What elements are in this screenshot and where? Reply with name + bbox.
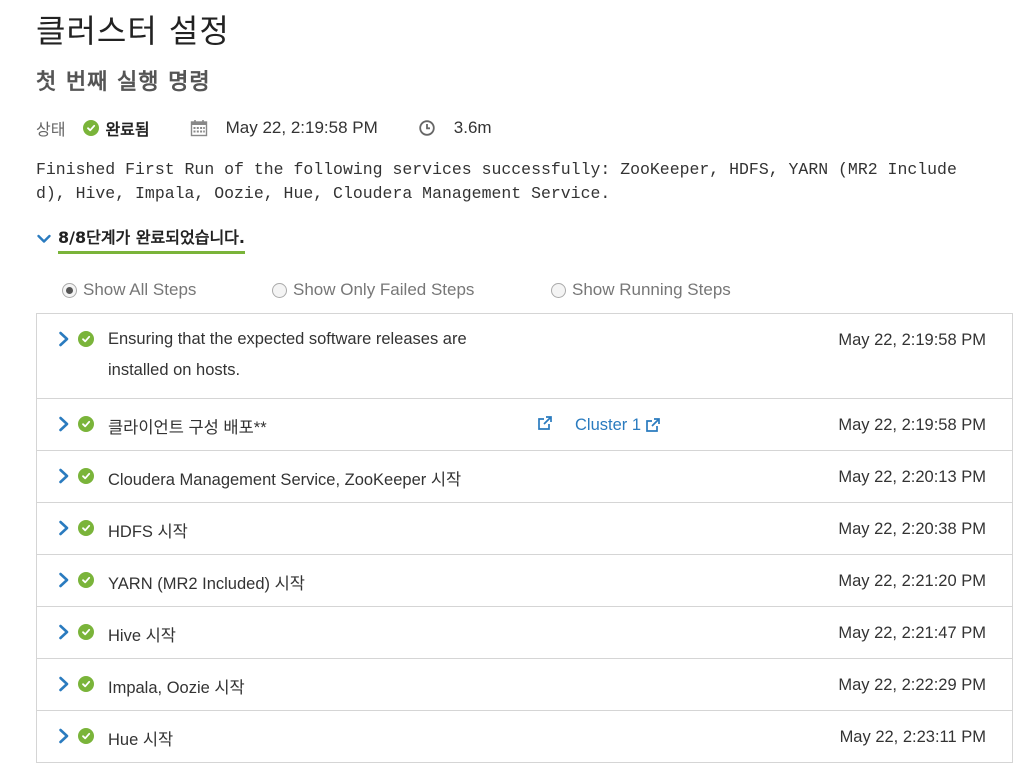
steps-toggle-label[interactable]: 8/8단계가 완료되었습니다.	[58, 224, 245, 254]
table-row: HDFS 시작 May 22, 2:20:38 PM	[37, 502, 1012, 554]
step-time: May 22, 2:20:13 PM	[838, 468, 986, 486]
check-circle-icon	[78, 331, 94, 347]
chevron-right-icon[interactable]	[57, 623, 71, 641]
status-badge: 완료됨	[83, 116, 150, 140]
status-duration: 3.6m	[453, 118, 492, 137]
step-filters: Show All Steps Show Only Failed Steps Sh…	[62, 280, 731, 300]
steps-toggle[interactable]: 8/8단계가 완료되었습니다.	[36, 224, 245, 254]
step-time: May 22, 2:22:29 PM	[838, 676, 986, 694]
chevron-down-icon[interactable]	[36, 231, 52, 247]
table-row: 클라이언트 구성 배포** Cluster 1 May 22, 2:19:58 …	[37, 398, 1012, 450]
table-row: YARN (MR2 Included) 시작 May 22, 2:21:20 P…	[37, 554, 1012, 606]
step-name: Hue 시작	[108, 731, 174, 749]
check-circle-icon	[78, 416, 94, 432]
check-circle-icon	[78, 624, 94, 640]
status-line: 상태 완료됨 May 22, 2:19:58 PM 3.6m	[36, 116, 492, 140]
page-title: 클러스터 설정	[36, 12, 230, 50]
table-row: Cloudera Management Service, ZooKeeper 시…	[37, 450, 1012, 502]
radio-show-failed[interactable]	[272, 282, 287, 298]
filter-label[interactable]: Show All Steps	[83, 280, 196, 300]
filter-show-all[interactable]: Show All Steps	[62, 280, 272, 300]
steps-table: Ensuring that the expected software rele…	[36, 313, 1013, 763]
step-name: Ensuring that the expected software rele…	[108, 330, 467, 379]
status-value: 완료됨	[105, 120, 150, 139]
chevron-right-icon[interactable]	[57, 727, 71, 745]
table-row: Ensuring that the expected software rele…	[37, 314, 1012, 398]
chevron-right-icon[interactable]	[57, 519, 71, 537]
check-circle-icon	[78, 520, 94, 536]
step-name: Impala, Oozie 시작	[108, 679, 245, 697]
check-circle-icon	[78, 572, 94, 588]
chevron-right-icon[interactable]	[57, 330, 71, 348]
step-time: May 22, 2:23:11 PM	[839, 728, 986, 746]
filter-label[interactable]: Show Only Failed Steps	[293, 280, 474, 300]
external-link-icon[interactable]	[537, 415, 553, 431]
filter-show-failed[interactable]: Show Only Failed Steps	[272, 280, 551, 300]
filter-show-running[interactable]: Show Running Steps	[551, 280, 731, 300]
step-time: May 22, 2:19:58 PM	[838, 331, 986, 349]
step-time: May 22, 2:21:20 PM	[838, 572, 986, 590]
check-circle-icon	[78, 728, 94, 744]
check-circle-icon	[78, 468, 94, 484]
step-time: May 22, 2:21:47 PM	[838, 624, 986, 642]
calendar-icon	[190, 120, 207, 137]
status-label: 상태	[36, 120, 66, 139]
summary-message: Finished First Run of the following serv…	[36, 160, 957, 203]
cluster-link[interactable]: Cluster 1	[575, 413, 661, 437]
chevron-right-icon[interactable]	[57, 571, 71, 589]
clock-icon	[419, 120, 435, 136]
check-circle-icon	[78, 676, 94, 692]
table-row: Hue 시작 May 22, 2:23:11 PM	[37, 710, 1012, 762]
chevron-right-icon[interactable]	[57, 467, 71, 485]
page-subtitle: 첫 번째 실행 명령	[36, 70, 211, 95]
step-time: May 22, 2:19:58 PM	[838, 416, 986, 434]
check-circle-icon	[83, 120, 100, 136]
radio-show-all[interactable]	[62, 282, 77, 298]
step-name: Cloudera Management Service, ZooKeeper 시…	[108, 471, 462, 489]
external-link-icon[interactable]	[645, 417, 661, 433]
step-time: May 22, 2:20:38 PM	[838, 520, 986, 538]
chevron-right-icon[interactable]	[57, 675, 71, 693]
step-name: 클라이언트 구성 배포**	[108, 419, 267, 437]
step-name: Hive 시작	[108, 627, 176, 645]
cluster-link-label[interactable]: Cluster 1	[575, 413, 641, 437]
filter-label[interactable]: Show Running Steps	[572, 280, 731, 300]
chevron-right-icon[interactable]	[57, 415, 71, 433]
table-row: Impala, Oozie 시작 May 22, 2:22:29 PM	[37, 658, 1012, 710]
radio-show-running[interactable]	[551, 282, 566, 298]
step-name: YARN (MR2 Included) 시작	[108, 575, 305, 593]
status-date: May 22, 2:19:58 PM	[225, 118, 378, 137]
step-name: HDFS 시작	[108, 523, 188, 541]
table-row: Hive 시작 May 22, 2:21:47 PM	[37, 606, 1012, 658]
